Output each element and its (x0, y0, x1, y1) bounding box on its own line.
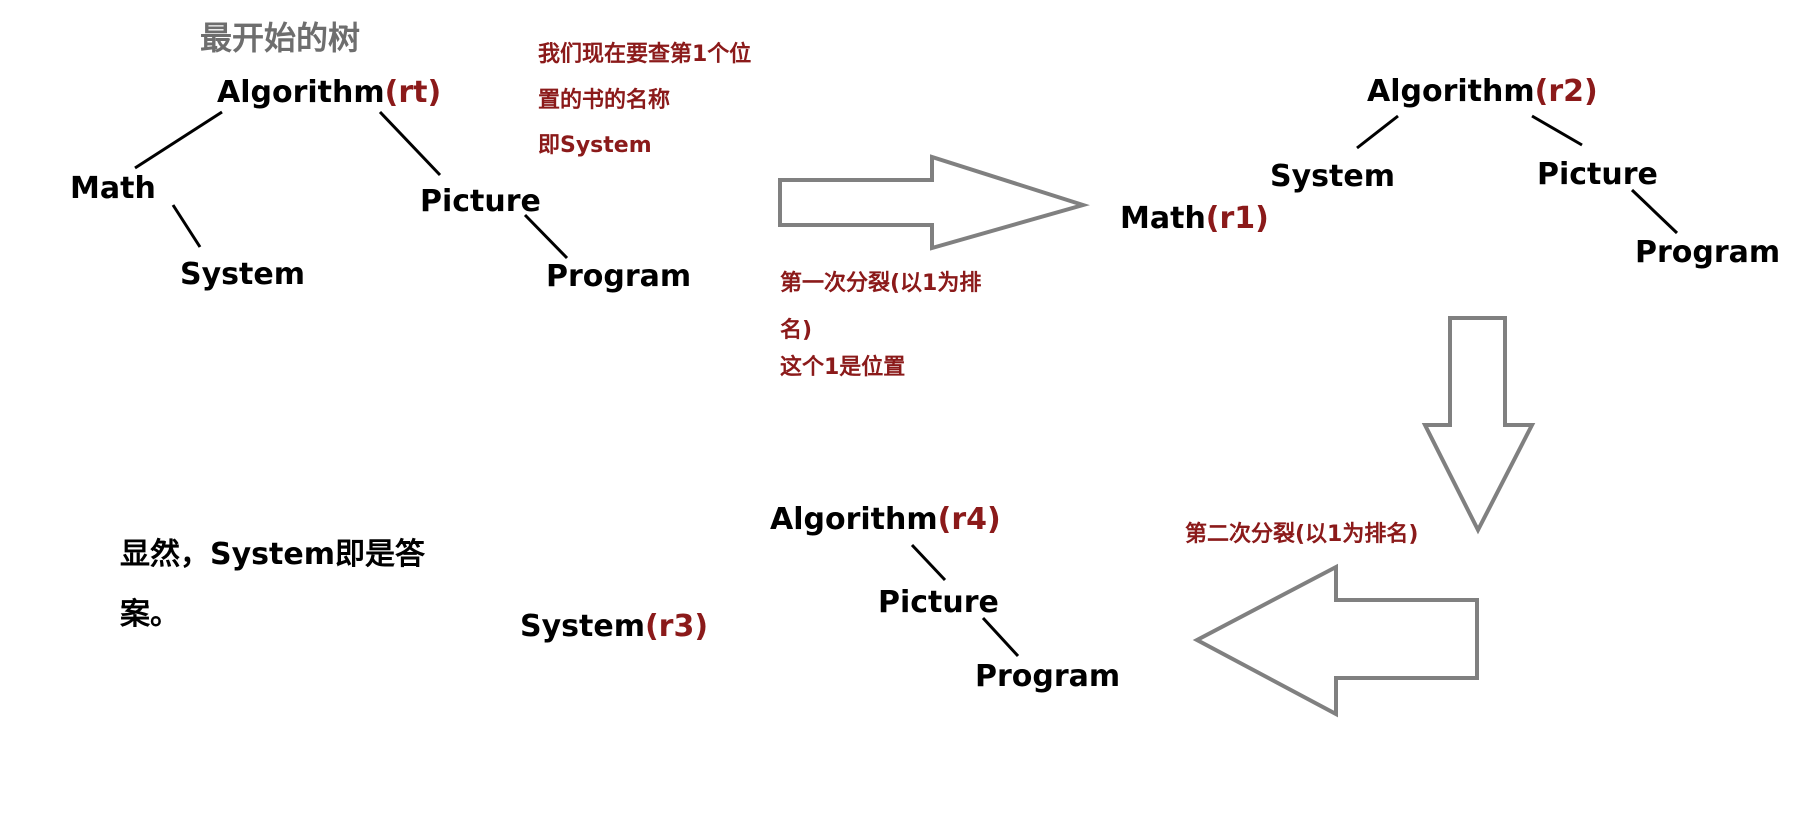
conclusion-line-2: 案。 (120, 597, 180, 632)
edge-picture-program-r4 (981, 616, 1020, 658)
edge-algorithm-picture (378, 110, 442, 177)
node-label: System (520, 609, 645, 644)
split2-system-node: System(r3) (520, 612, 708, 642)
node-tag: (r3) (644, 609, 709, 644)
split1-picture-node: Picture (1537, 157, 1658, 192)
node-label: Algorithm (217, 75, 385, 110)
initial-math-node: Math (70, 171, 156, 206)
connector-layer (134, 110, 1679, 718)
diagram-title: 最开始的树 (200, 19, 361, 57)
conclusion-line-1: 显然，System即是答 (120, 537, 425, 572)
diagram-canvas: 最开始的树 我们现在要查第1个位 置的书的名称 即System Algorith… (0, 0, 1793, 834)
split1-root-node: Algorithm(r2) (1367, 77, 1598, 107)
edge-r2-picture (1531, 114, 1583, 147)
split2-program-node: Program (975, 659, 1121, 694)
node-tag: (r2) (1534, 74, 1598, 109)
split1-math-node: Math(r1) (1120, 204, 1269, 234)
edge-picture-program-r2 (1630, 188, 1679, 235)
query-note-line-2: 置的书的名称 (538, 88, 671, 113)
arrow-down-icon (1421, 316, 1536, 535)
edge-math-system (171, 204, 202, 248)
edge-picture-program (523, 213, 569, 260)
edge-algorithm-math (134, 110, 223, 170)
node-label: Algorithm (1367, 74, 1535, 109)
split2-picture-node: Picture (878, 585, 999, 620)
split1-label-line-2: 名) (780, 318, 813, 343)
split1-label-line-3: 这个1是位置 (780, 355, 906, 380)
arrow-left-icon (1192, 563, 1479, 718)
query-note-line-3: 即System (538, 133, 652, 158)
node-tag: (r1) (1205, 201, 1269, 236)
initial-program-node: Program (546, 259, 692, 294)
edge-r4-picture (910, 543, 947, 582)
query-note-line-1: 我们现在要查第1个位 (538, 42, 752, 67)
split2-label: 第二次分裂(以1为排名) (1185, 522, 1419, 547)
initial-system-node: System (180, 257, 305, 292)
node-tag: (rt) (384, 75, 442, 110)
arrow-right-icon (778, 154, 1090, 251)
initial-picture-node: Picture (420, 184, 541, 219)
initial-root-node: Algorithm(rt) (217, 78, 441, 108)
split1-label-line-1: 第一次分裂(以1为排 (780, 271, 982, 296)
edge-r2-system (1356, 114, 1399, 150)
split1-program-node: Program (1635, 235, 1781, 270)
node-label: Algorithm (770, 502, 938, 537)
node-label: Math (1120, 201, 1206, 236)
split2-root-node: Algorithm(r4) (770, 505, 1001, 535)
split1-system-node: System (1270, 159, 1395, 194)
node-tag: (r4) (937, 502, 1001, 537)
